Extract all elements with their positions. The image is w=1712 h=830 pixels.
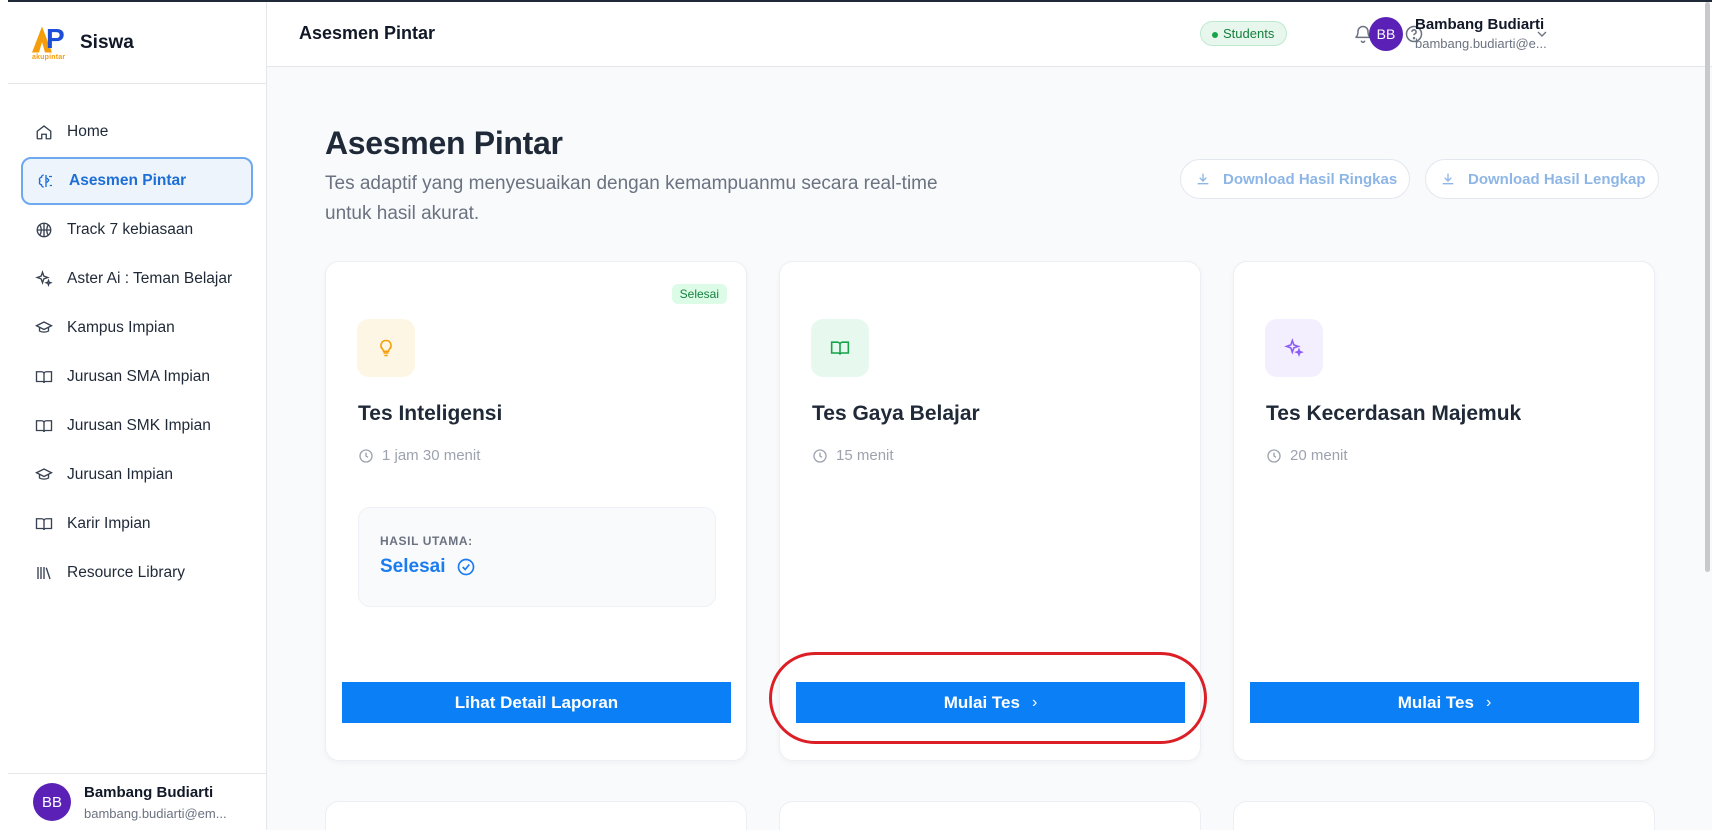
sidebar-item-label: Asesmen Pintar [69,172,187,189]
sidebar-item-karir-impian[interactable]: Karir Impian [21,500,253,548]
sidebar-item-jurusan-impian[interactable]: Jurusan Impian [21,451,253,499]
avatar: BB [33,783,71,821]
sidebar-nav: Home Asesmen Pintar Track 7 kebiasaan As… [8,84,266,597]
check-circle-icon [457,558,474,576]
download-icon [1197,173,1209,185]
user-email: bambang.budiarti@em... [84,805,227,821]
main-content: Asesmen Pintar Tes adaptif yang menyesua… [267,67,1712,830]
sidebar-item-kampus-impian[interactable]: Kampus Impian [21,304,253,352]
home-icon [35,123,53,141]
sidebar-user-profile[interactable]: BB Bambang Budiarti bambang.budiarti@em.… [8,773,267,830]
assessment-card-next [325,801,747,830]
assessment-card-kecerdasan-majemuk: Tes Kecerdasan Majemuk 20 menit Mulai Te… [1233,261,1655,761]
basketball-icon [35,221,53,239]
avatar: BB [1369,16,1403,51]
card-duration: 15 menit [812,447,894,464]
sidebar-item-resource-library[interactable]: Resource Library [21,549,253,597]
view-report-button[interactable]: Lihat Detail Laporan [342,682,731,723]
role-badge: Students [1200,21,1288,46]
sparkles-icon [35,270,53,288]
sidebar-item-label: Karir Impian [67,515,151,532]
page-title: Asesmen Pintar [299,23,436,43]
status-badge: Selesai [671,284,727,304]
user-name: Bambang Budiarti [84,783,214,801]
download-summary-button[interactable]: Download Hasil Ringkas [1180,159,1411,199]
app-logo: P akupintar [32,22,66,61]
app-window: P akupintar Siswa Home Asesmen Pintar Tr… [8,0,1712,830]
sidebar-item-label: Track 7 kebiasaan [67,221,194,238]
clock-icon [359,448,373,463]
card-duration: 20 menit [1266,447,1348,464]
brand-name: Siswa [80,31,134,53]
graduation-cap-icon [35,319,53,337]
chevron-right-icon: › [1485,693,1492,711]
assessment-card-inteligensi: Selesai Tes Inteligensi 1 jam 30 menit H… [325,261,747,761]
graduation-cap-icon [35,466,53,484]
card-title: Tes Kecerdasan Majemuk [1266,402,1522,425]
brain-icon [37,172,55,190]
sparkles-icon [1265,319,1323,377]
open-book-icon [35,417,53,435]
brand[interactable]: P akupintar Siswa [8,2,266,84]
sidebar-item-jurusan-sma-impian[interactable]: Jurusan SMA Impian [21,353,253,401]
top-bar: Asesmen Pintar Students BB Bambang Budia… [267,2,1712,67]
card-duration: 1 jam 30 menit [358,447,480,464]
sidebar-item-jurusan-smk-impian[interactable]: Jurusan SMK Impian [21,402,253,450]
sidebar-item-label: Kampus Impian [67,319,175,336]
sidebar-item-track-7-kebiasaan[interactable]: Track 7 kebiasaan [21,206,253,254]
start-test-button[interactable]: Mulai Tes › [1250,682,1639,723]
download-full-button[interactable]: Download Hasil Lengkap [1425,159,1659,199]
sidebar-item-label: Aster Ai : Teman Belajar [67,270,233,287]
main-subtitle: Tes adaptif yang menyesuaikan dengan kem… [325,173,938,224]
sidebar-item-home[interactable]: Home [21,108,253,156]
user-name: Bambang Budiarti [1415,16,1545,33]
assessment-card-next [1233,801,1655,830]
download-summary-label: Download Hasil Ringkas [1223,170,1398,188]
chevron-right-icon: › [1031,693,1038,711]
main-heading: Asesmen Pintar [325,125,563,161]
open-book-icon [35,368,53,386]
clock-icon [1267,448,1281,463]
sidebar-item-label: Jurusan SMK Impian [67,417,211,434]
book-open-icon [811,319,869,377]
start-test-button[interactable]: Mulai Tes › [796,682,1185,723]
sidebar-item-label: Home [67,123,109,140]
download-full-label: Download Hasil Lengkap [1468,170,1646,188]
card-title: Tes Inteligensi [358,402,503,425]
sidebar-item-label: Jurusan Impian [67,466,173,483]
top-user-menu[interactable]: BB Bambang Budiarti bambang.budiarti@e..… [1369,16,1547,51]
clock-icon [813,448,827,463]
sidebar-item-label: Resource Library [67,564,186,581]
card-title: Tes Gaya Belajar [812,402,980,425]
result-box: HASIL UTAMA: Selesai [358,507,716,607]
library-icon [35,564,53,582]
sidebar-item-label: Jurusan SMA Impian [67,368,211,385]
sidebar-item-asesmen-pintar[interactable]: Asesmen Pintar [21,157,253,205]
sidebar: P akupintar Siswa Home Asesmen Pintar Tr… [8,2,267,830]
chevron-down-icon[interactable] [1534,26,1550,42]
sidebar-item-aster-ai[interactable]: Aster Ai : Teman Belajar [21,255,253,303]
result-value: Selesai [380,556,715,578]
scrollbar[interactable] [1702,0,1712,830]
open-book-icon [35,515,53,533]
assessment-card-next [779,801,1201,830]
lightbulb-icon [357,319,415,377]
assessment-card-gaya-belajar: Tes Gaya Belajar 15 menit Mulai Tes › [779,261,1201,761]
user-email: bambang.budiarti@e... [1415,36,1547,51]
result-label: HASIL UTAMA: [380,534,473,548]
download-icon [1442,173,1454,185]
